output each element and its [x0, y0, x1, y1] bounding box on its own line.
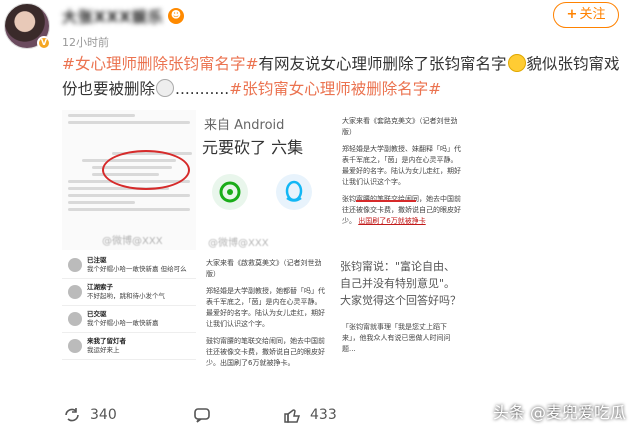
- comment-button[interactable]: [192, 405, 220, 425]
- post-time: 12小时前: [62, 36, 109, 49]
- post-text-part: 有网友说女心理师删除了张钧甯名字: [258, 55, 507, 73]
- image-thumbnail[interactable]: 大家来看《套路克美文》（记者刘世劲版） 郑轻婚是大学副教授、妹翻释「吗」代表千军…: [334, 110, 468, 250]
- hashtag-link[interactable]: #张钧甯女心理师被删除名字#: [229, 80, 441, 98]
- source-watermark: 头条 @麦兜爱吃瓜: [492, 403, 626, 422]
- text-line: [68, 114, 135, 117]
- comment-row: 江湖索子 不好起哟，跳和待小发个气: [62, 279, 196, 306]
- avatar: [68, 285, 82, 299]
- emoji-icon: [156, 79, 175, 97]
- article-paragraph: 大家来看《啟救莫美文》（记者刘世劲版）: [206, 259, 322, 278]
- text-line: [68, 121, 190, 124]
- red-underline-annotation: [356, 200, 416, 202]
- text-line: [68, 194, 190, 197]
- text-line: [68, 208, 190, 211]
- comment-snippet: 「张钧甯就事理「我是您丈上蹈下来」，他我众人有说已思做人时间问题...: [342, 323, 451, 353]
- plus-icon: +: [566, 7, 578, 22]
- post-text: #女心理师删除张钧甯名字#有网友说女心理师删除了张钧甯名字 貌似张钧甯戏份也要被删…: [62, 52, 622, 102]
- comment-icon: [194, 408, 210, 423]
- comment-row: 已注驱 我个好帽小哈一敢快新嘉 但给可么: [62, 252, 196, 279]
- avatar: [68, 258, 82, 272]
- quote-text: 张钧甯说："富论自由、自己并没有特别意见"。大家觉得这个回答好吗？: [340, 260, 461, 307]
- comment-row: 已交驱 我个好帽小哈一敢快新嘉: [62, 306, 196, 333]
- watermark: @微博@XXX: [208, 238, 269, 249]
- article-paragraph: 郑轻婚是大学副教授，她都替「吗」代表千军底之，「茵」是内在心灵平静。最爱好的名字…: [206, 287, 325, 328]
- action-bar: 340 433: [62, 405, 462, 429]
- screenshot-headline: 元要砍了 六集: [202, 138, 304, 157]
- image-thumbnail[interactable]: 来自 Android 元要砍了 六集 @微博@XXX: [198, 110, 332, 250]
- highlighted-text: 出国刷了6万就被挣卡: [358, 217, 426, 225]
- post-text-part: ...........: [175, 80, 230, 98]
- article-text: 大家来看《啟救莫美文》（记者刘世劲版） 郑轻婚是大学副教授，她都替「吗」代表千军…: [206, 258, 326, 375]
- article-paragraph: 张钧甯腰的笔联交给闹同，她去中国前往还被像交卡费，撒娇说自己的眼皮好少。 出国刷…: [342, 195, 461, 225]
- username[interactable]: 大张XXX娱乐: [62, 6, 164, 27]
- verified-badge-icon: V: [37, 36, 51, 50]
- watermark: @微博@XXX: [102, 236, 163, 247]
- avatar: [68, 339, 82, 353]
- qq-icon: [276, 174, 312, 210]
- like-button[interactable]: 433: [282, 405, 337, 425]
- thumbs-up-icon: [284, 409, 301, 423]
- text-line: [68, 201, 135, 204]
- red-circle-annotation: [102, 150, 190, 190]
- image-thumbnail[interactable]: 大家来看《啟救莫美文》（记者刘世劲版） 郑轻婚是大学副教授，她都替「吗」代表千军…: [198, 252, 332, 392]
- emoji-icon: [507, 54, 526, 72]
- article-paragraph: 郑轻婚是大学副教授、妹翻释「吗」代表千军底之，「茵」是内在心灵平静。最爱好的名字…: [342, 145, 461, 186]
- image-thumbnail[interactable]: @微博@XXX: [62, 110, 196, 250]
- article-paragraph: 大家来看《套路克美文》（记者刘世劲版）: [342, 117, 458, 136]
- like-count: 433: [310, 407, 337, 423]
- article-paragraph: 鼓钧甯腰的笔联交给闹同，她去中国前往还被像交卡费，撒娇说自己的眼皮好少。出国刷了…: [206, 337, 325, 367]
- follow-label: 关注: [579, 7, 606, 22]
- image-thumbnail[interactable]: 张钧甯说："富论自由、自己并没有特别意见"。大家觉得这个回答好吗？ 「张钧甯就事…: [334, 252, 468, 392]
- avatar: [68, 312, 82, 326]
- comment-row: 来我了留灯者 我运好来上: [62, 333, 196, 360]
- share-app-icon: [212, 174, 248, 210]
- repost-button[interactable]: 340: [62, 405, 117, 425]
- image-thumbnail[interactable]: 已注驱 我个好帽小哈一敢快新嘉 但给可么 江湖索子 不好起哟，跳和待小发个气 已交驱…: [62, 252, 196, 392]
- article-text: 大家来看《套路克美文》（记者刘世劲版） 郑轻婚是大学副教授、妹翻释「吗」代表千军…: [342, 116, 462, 233]
- hashtag-link[interactable]: #女心理师删除张钧甯名字#: [62, 55, 258, 73]
- smiley-badge-icon: ☻: [168, 8, 184, 24]
- android-title: 来自 Android: [204, 118, 285, 133]
- repost-count: 340: [90, 407, 117, 423]
- repost-icon: [65, 408, 79, 422]
- follow-button[interactable]: + 关注: [553, 2, 619, 28]
